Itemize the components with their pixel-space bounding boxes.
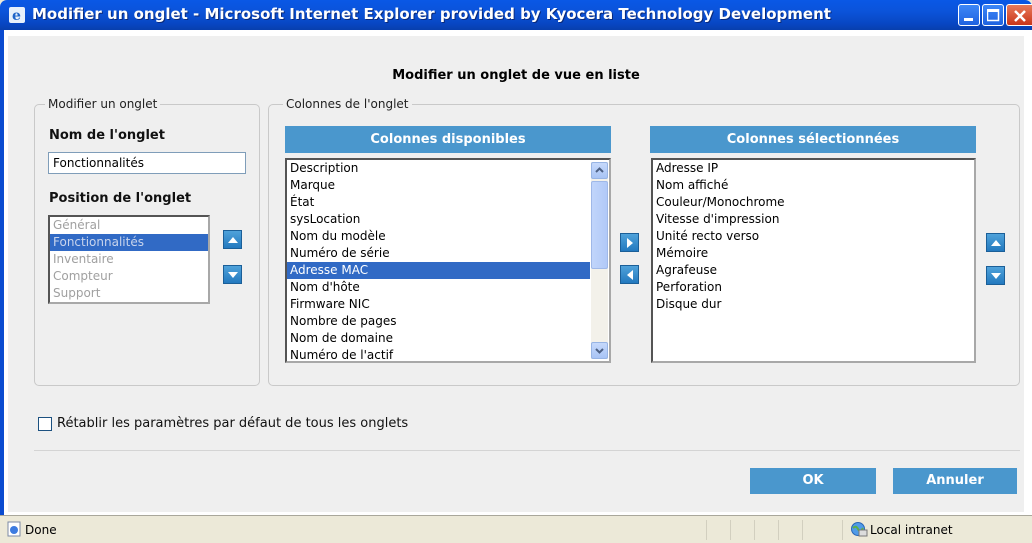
list-item[interactable]: Nom de domaine xyxy=(287,330,609,347)
status-panel xyxy=(778,520,802,540)
close-button[interactable] xyxy=(1006,4,1032,26)
arrow-down-icon xyxy=(228,272,238,278)
selected-columns-header: Colonnes sélectionnées xyxy=(650,126,976,153)
status-panel xyxy=(706,520,730,540)
ie-page-icon xyxy=(6,521,22,541)
tab-name-label: Nom de l'onglet xyxy=(49,128,165,143)
list-item[interactable]: Nom d'hôte xyxy=(287,279,609,296)
chevron-up-icon xyxy=(595,167,604,173)
list-item[interactable]: Description xyxy=(287,160,609,177)
position-move-down-button[interactable] xyxy=(223,265,242,284)
status-bar: Done Local intranet xyxy=(0,515,1032,543)
status-panel xyxy=(730,520,754,540)
status-text: Done xyxy=(25,523,57,537)
maximize-button[interactable] xyxy=(982,4,1004,26)
list-item[interactable]: Adresse IP xyxy=(653,160,974,177)
ok-button[interactable]: OK xyxy=(750,468,876,494)
arrow-left-icon xyxy=(627,270,633,280)
column-move-down-button[interactable] xyxy=(986,266,1005,285)
minimize-button[interactable] xyxy=(958,4,980,26)
list-item[interactable]: Nom affiché xyxy=(653,177,974,194)
arrow-up-icon xyxy=(228,237,238,243)
list-item[interactable]: Inventaire xyxy=(50,251,208,268)
list-item[interactable]: Nombre de pages xyxy=(287,313,609,330)
list-item[interactable]: Support xyxy=(50,285,208,302)
remove-column-button[interactable] xyxy=(620,265,639,284)
list-item[interactable]: Couleur/Monochrome xyxy=(653,194,974,211)
scroll-down-button[interactable] xyxy=(591,342,608,359)
available-columns-list[interactable]: Description Marque État sysLocation Nom … xyxy=(285,158,611,363)
available-list-scrollbar[interactable] xyxy=(591,162,608,359)
status-panel xyxy=(802,520,842,540)
position-move-up-button[interactable] xyxy=(223,230,242,249)
list-item[interactable]: État xyxy=(287,194,609,211)
list-item[interactable]: Vitesse d'impression xyxy=(653,211,974,228)
available-columns-header: Colonnes disponibles xyxy=(285,126,611,153)
list-item[interactable]: Numéro de série xyxy=(287,245,609,262)
list-item[interactable]: Marque xyxy=(287,177,609,194)
list-item[interactable]: Disque dur xyxy=(653,296,974,313)
arrow-up-icon xyxy=(991,240,1001,246)
dialog-heading: Modifier un onglet de vue en liste xyxy=(392,68,640,83)
tab-group-legend: Modifier un onglet xyxy=(45,97,161,111)
cancel-button[interactable]: Annuler xyxy=(893,468,1017,494)
list-item[interactable]: Nom du modèle xyxy=(287,228,609,245)
list-item[interactable]: Compteur xyxy=(50,268,208,285)
list-item[interactable]: Adresse MAC xyxy=(287,262,590,279)
arrow-right-icon xyxy=(627,238,633,248)
list-item[interactable]: Mémoire xyxy=(653,245,974,262)
intranet-globe-icon xyxy=(850,521,868,541)
chevron-down-icon xyxy=(595,348,604,354)
list-item[interactable]: Unité recto verso xyxy=(653,228,974,245)
list-item[interactable]: Agrafeuse xyxy=(653,262,974,279)
selected-columns-list[interactable]: Adresse IP Nom affiché Couleur/Monochrom… xyxy=(651,158,976,363)
list-item[interactable]: sysLocation xyxy=(287,211,609,228)
window-title: Modifier un onglet - Microsoft Internet … xyxy=(32,5,831,23)
tab-position-list[interactable]: Général Fonctionnalités Inventaire Compt… xyxy=(48,215,210,304)
scroll-thumb[interactable] xyxy=(591,181,608,269)
column-move-up-button[interactable] xyxy=(986,233,1005,252)
divider xyxy=(34,450,1020,451)
list-item[interactable]: Fonctionnalités xyxy=(50,234,208,251)
tab-position-label: Position de l'onglet xyxy=(49,191,192,206)
tab-name-input[interactable]: Fonctionnalités xyxy=(48,152,246,174)
ie-icon: e xyxy=(8,6,26,24)
status-panel xyxy=(754,520,778,540)
list-item[interactable]: Général xyxy=(50,217,208,234)
arrow-down-icon xyxy=(991,273,1001,279)
window-titlebar[interactable]: e Modifier un onglet - Microsoft Interne… xyxy=(0,0,1032,30)
add-column-button[interactable] xyxy=(620,233,639,252)
columns-group-legend: Colonnes de l'onglet xyxy=(283,97,412,111)
list-item[interactable]: Firmware NIC xyxy=(287,296,609,313)
reset-defaults-checkbox[interactable] xyxy=(38,417,52,431)
svg-text:e: e xyxy=(12,8,21,24)
zone-text: Local intranet xyxy=(870,523,953,537)
list-item[interactable]: Numéro de l'actif xyxy=(287,347,609,361)
list-item[interactable]: Perforation xyxy=(653,279,974,296)
reset-defaults-label[interactable]: Rétablir les paramètres par défaut de to… xyxy=(57,416,408,431)
scroll-up-button[interactable] xyxy=(591,162,608,179)
